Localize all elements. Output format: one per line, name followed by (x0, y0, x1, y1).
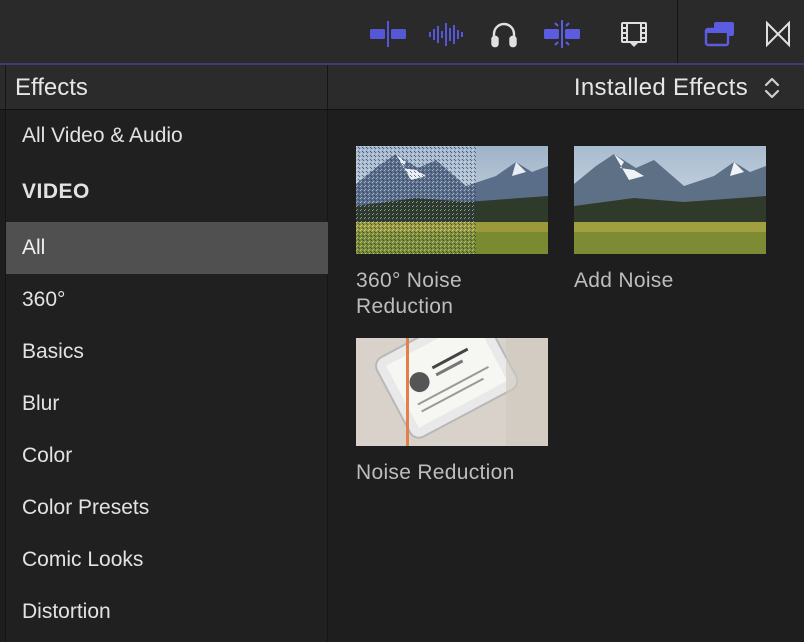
sidebar-item-label: Color (22, 444, 73, 467)
snapping-icon[interactable] (542, 14, 582, 54)
sidebar-section-video: VIDEO (6, 166, 328, 218)
sidebar-item-label: All Video & Audio (22, 124, 183, 147)
transitions-icon[interactable] (758, 14, 798, 54)
sidebar-item-all-video-audio[interactable]: All Video & Audio (6, 110, 328, 162)
sidebar-item-color[interactable]: Color (6, 430, 328, 482)
effect-thumbnail (356, 146, 548, 254)
effect-thumbnail (574, 146, 766, 254)
effect-label-line: 360° Noise (356, 269, 462, 292)
sidebar-header: Effects (5, 65, 328, 109)
sidebar-item-label: Distortion (22, 600, 111, 623)
sidebar-title: Effects (15, 74, 88, 101)
effect-thumbnail (356, 338, 548, 446)
effect-tile-add-noise[interactable]: Add Noise (574, 146, 766, 294)
sidebar-section-label: VIDEO (22, 180, 90, 203)
effect-tile-noise-reduction[interactable]: Noise Reduction (356, 338, 548, 486)
clip-appearance-icon[interactable] (368, 14, 408, 54)
toolbar (0, 0, 804, 65)
effects-selector[interactable]: Installed Effects (329, 65, 804, 109)
audio-waveform-icon[interactable] (426, 14, 466, 54)
effects-selector-label[interactable]: Installed Effects (574, 74, 748, 102)
effects-category-sidebar: All Video & Audio VIDEO All 360° Basics … (5, 110, 328, 642)
filmstrip-browser-icon[interactable] (614, 14, 654, 54)
effect-label-line: Add Noise (574, 269, 674, 292)
sidebar-item-label: Comic Looks (22, 548, 144, 571)
effect-label-line: Noise Reduction (356, 461, 515, 484)
browser-header: Effects Installed Effects (0, 65, 804, 110)
effect-tile-360-noise-reduction[interactable]: 360° Noise Reduction (356, 146, 548, 320)
effect-label: Add Noise (574, 268, 766, 294)
sidebar-item-distortion[interactable]: Distortion (6, 586, 328, 638)
sidebar-item-label: Basics (22, 340, 84, 363)
effect-label-line: Reduction (356, 295, 454, 318)
effects-grid: 360° Noise Reduction Add Noise Noise Red… (330, 110, 804, 642)
sidebar-item-label: Blur (22, 392, 60, 415)
sidebar-item-comic-looks[interactable]: Comic Looks (6, 534, 328, 586)
effect-label: 360° Noise Reduction (356, 268, 548, 320)
sidebar-item-all[interactable]: All (6, 222, 328, 274)
inspector-toggle-icon[interactable] (700, 14, 740, 54)
sidebar-item-label: 360° (22, 288, 66, 311)
toolbar-separator (677, 0, 678, 63)
sidebar-item-label: All (22, 236, 46, 259)
up-down-chevron-icon[interactable] (762, 75, 782, 101)
effect-label: Noise Reduction (356, 460, 548, 486)
sidebar-item-blur[interactable]: Blur (6, 378, 328, 430)
sidebar-item-color-presets[interactable]: Color Presets (6, 482, 328, 534)
sidebar-item-label: Color Presets (22, 496, 150, 519)
sidebar-item-360[interactable]: 360° (6, 274, 328, 326)
headphones-icon[interactable] (484, 14, 524, 54)
sidebar-item-basics[interactable]: Basics (6, 326, 328, 378)
